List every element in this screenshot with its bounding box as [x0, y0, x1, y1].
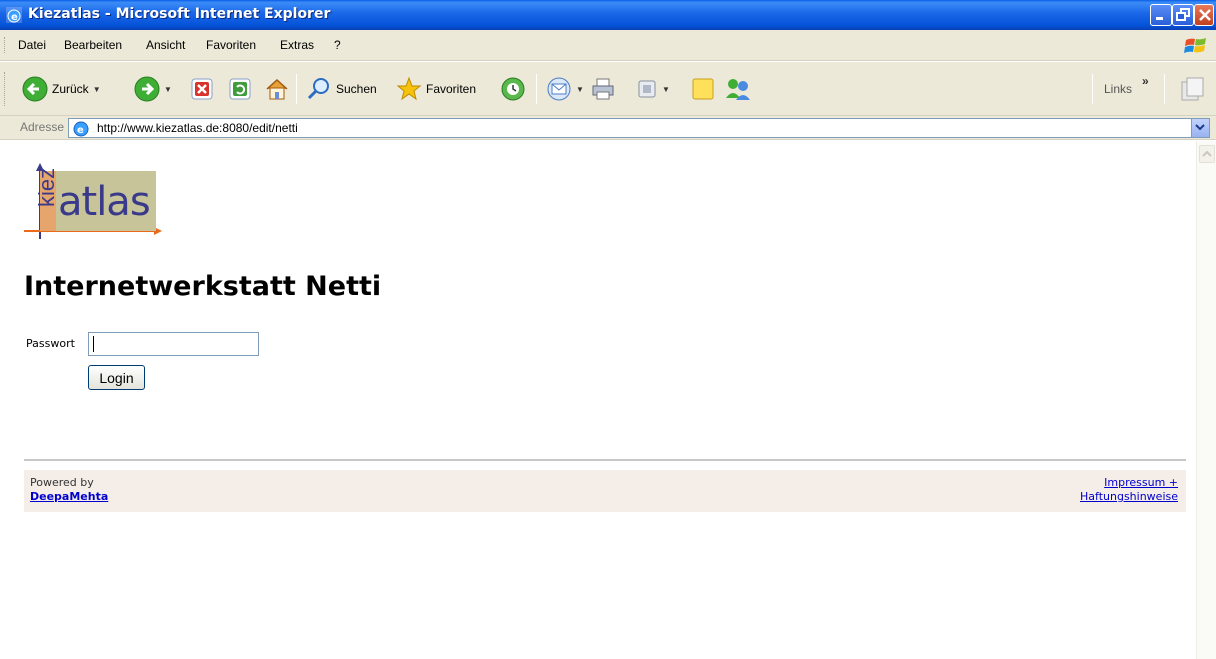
search-icon — [307, 78, 329, 100]
minimize-icon — [1156, 17, 1163, 20]
print-icon — [592, 78, 614, 100]
stop-button[interactable] — [190, 74, 214, 104]
minimize-button[interactable] — [1150, 4, 1172, 26]
note-icon — [692, 78, 714, 100]
menu-bar: Datei Bearbeiten Ansicht Favoriten Extra… — [0, 30, 1216, 61]
refresh-icon — [229, 78, 251, 100]
text-caret — [93, 336, 94, 352]
messenger-button[interactable] — [724, 74, 752, 104]
title-bar[interactable]: e Kiezatlas - Microsoft Internet Explore… — [0, 0, 1216, 30]
window-title: Kiezatlas - Microsoft Internet Explorer — [28, 6, 331, 22]
toolbar-grip[interactable] — [4, 72, 7, 106]
search-button[interactable]: Suchen — [306, 74, 377, 104]
edit-button[interactable]: ▼ — [636, 74, 670, 104]
restore-button[interactable] — [1172, 4, 1194, 26]
footer-divider — [24, 459, 1186, 461]
toolbar-separator — [1164, 74, 1165, 104]
forward-dropdown-icon[interactable]: ▼ — [164, 85, 172, 94]
page-content: kiez atlas Internetwerkstatt Netti Passw… — [0, 141, 1196, 659]
svg-text:e: e — [11, 12, 18, 23]
back-icon — [22, 76, 48, 102]
links-label[interactable]: Links — [1104, 82, 1132, 96]
note-button[interactable] — [690, 74, 716, 104]
favorites-label: Favoriten — [426, 82, 477, 96]
page-title: Internetwerkstatt Netti — [24, 271, 382, 302]
menu-ansicht[interactable]: Ansicht — [146, 38, 185, 52]
home-button[interactable] — [264, 74, 290, 104]
address-url: http://www.kiezatlas.de:8080/edit/netti — [97, 121, 298, 135]
footer: Powered by DeepaMehta Impressum + Haftun… — [24, 470, 1186, 512]
close-button[interactable] — [1194, 4, 1214, 26]
home-icon — [266, 78, 288, 100]
login-button[interactable]: Login — [88, 365, 145, 390]
ie-page-icon: e — [73, 121, 89, 137]
address-input[interactable]: e http://www.kiezatlas.de:8080/edit/nett… — [68, 118, 1210, 138]
mail-dropdown-icon[interactable]: ▼ — [576, 85, 584, 94]
chevron-up-icon — [1202, 150, 1212, 157]
menu-extras[interactable]: Extras — [280, 38, 314, 52]
address-dropdown-button[interactable] — [1191, 119, 1209, 137]
address-bar: Adresse e http://www.kiezatlas.de:8080/e… — [0, 116, 1216, 140]
vertical-scrollbar[interactable] — [1196, 141, 1216, 659]
impressum-link[interactable]: Impressum + — [1104, 476, 1178, 489]
history-button[interactable] — [500, 74, 526, 104]
logo-atlas-text: atlas — [58, 179, 151, 225]
toolbar-separator — [296, 74, 297, 104]
back-dropdown-icon[interactable]: ▼ — [93, 85, 101, 94]
ie-icon: e — [6, 7, 22, 23]
refresh-button[interactable] — [228, 74, 252, 104]
stop-icon — [191, 78, 213, 100]
messenger-icon — [726, 79, 750, 100]
mail-button[interactable]: ▼ — [546, 74, 584, 104]
password-label: Passwort — [26, 337, 75, 350]
edit-dropdown-icon[interactable]: ▼ — [662, 85, 670, 94]
menu-bearbeiten[interactable]: Bearbeiten — [64, 38, 122, 52]
toolbar-separator — [536, 74, 537, 104]
forward-button[interactable]: ▼ — [134, 74, 172, 104]
svg-text:e: e — [77, 125, 84, 136]
back-button[interactable]: Zurück ▼ — [22, 74, 101, 104]
browser-window: e Kiezatlas - Microsoft Internet Explore… — [0, 0, 1216, 659]
forward-icon — [134, 76, 160, 102]
deepamehta-link[interactable]: DeepaMehta — [30, 490, 108, 503]
menu-datei[interactable]: Datei — [18, 38, 46, 52]
restore-icon — [1176, 8, 1190, 21]
powered-by-label: Powered by — [30, 476, 94, 489]
favorites-icon — [396, 76, 422, 101]
search-label: Suchen — [336, 82, 377, 96]
throbber-icon — [1181, 77, 1204, 101]
edit-icon — [638, 80, 656, 98]
print-button[interactable] — [590, 74, 616, 104]
close-icon — [1199, 9, 1211, 21]
address-label: Adresse — [20, 120, 65, 134]
back-label: Zurück — [52, 82, 89, 96]
scroll-up-button[interactable] — [1199, 145, 1215, 163]
links-chevron-icon[interactable]: » — [1142, 74, 1149, 88]
chevron-down-icon — [1195, 124, 1205, 131]
toolbar-separator — [1092, 74, 1093, 104]
password-field[interactable] — [88, 332, 259, 356]
toolbar: Zurück ▼ ▼ Suchen Favoriten ▼ ▼ Links » — [0, 62, 1216, 116]
menu-help[interactable]: ? — [334, 38, 341, 52]
menu-grip[interactable] — [4, 37, 7, 53]
favorites-button[interactable]: Favoriten — [396, 74, 476, 104]
menu-favoriten[interactable]: Favoriten — [206, 38, 256, 52]
history-icon — [501, 77, 525, 101]
logo-kiez-text: kiez — [34, 167, 59, 207]
kiezatlas-logo[interactable]: kiez atlas — [24, 161, 164, 241]
windows-logo-icon — [1184, 38, 1206, 53]
haftungshinweise-link[interactable]: Haftungshinweise — [1080, 490, 1178, 503]
mail-icon — [547, 77, 571, 101]
